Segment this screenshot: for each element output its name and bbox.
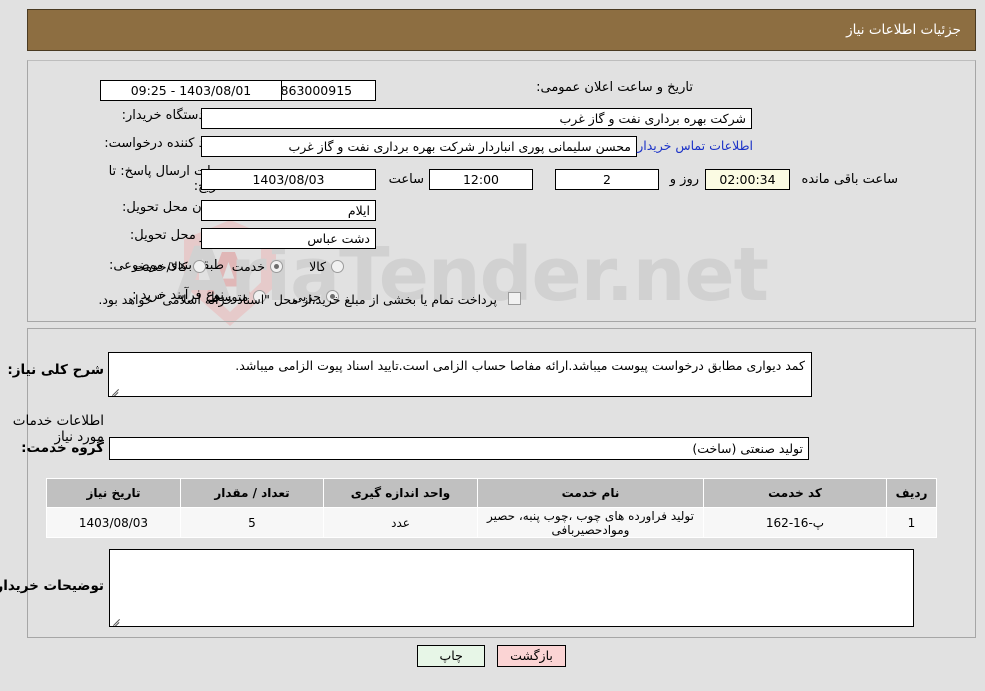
description-value: کمد دیواری مطابق درخواست پیوست میباشد.ار… [236, 358, 806, 373]
treasury-text: پرداخت تمام یا بخشی از مبلغ خرید،از محل … [99, 292, 498, 307]
deadline-date-value: 1403/08/03 [202, 169, 377, 190]
category-option-label-2: کالا/خدمت [134, 259, 189, 274]
requester-value: محسن سلیمانی پوری انباردار شرکت بهره برد… [202, 136, 638, 157]
category-option-khedmat[interactable]: خدمت [233, 259, 284, 274]
service-group-value: تولید صنعتی (ساخت) [110, 437, 810, 460]
service-group-label: گروه خدمت: [22, 440, 105, 456]
category-option-kala[interactable]: کالا [310, 259, 345, 274]
treasury-checkbox-wrap[interactable] [509, 291, 522, 306]
description-label: شرح کلی نیاز: [8, 362, 105, 378]
description-textarea[interactable]: کمد دیواری مطابق درخواست پیوست میباشد.ار… [109, 352, 813, 397]
treasury-checkbox-icon[interactable] [509, 292, 522, 305]
page-title: جزئیات اطلاعات نیاز [847, 22, 962, 38]
buyer-notes-label: توضیحات خریدار: [0, 578, 105, 594]
resize-grip-icon-2[interactable] [113, 615, 123, 625]
resize-grip-icon[interactable] [112, 385, 122, 395]
page-header: جزئیات اطلاعات نیاز [28, 9, 977, 51]
remaining-label: ساعت باقی مانده [802, 172, 899, 187]
city-value: دشت عباس [202, 228, 377, 249]
radio-khedmat-icon[interactable] [270, 260, 284, 273]
back-button[interactable]: بازگشت [498, 645, 567, 667]
announce-datetime-label: تاریخ و ساعت اعلان عمومی: [537, 80, 694, 95]
buyer-notes-textarea[interactable] [110, 549, 915, 627]
print-button[interactable]: چاپ [418, 645, 487, 667]
deadline-time-label: ساعت [389, 172, 425, 187]
days-word-label: روز و [670, 172, 700, 187]
category-option-label-1: خدمت [232, 259, 266, 274]
buyer-contact-link[interactable]: اطلاعات تماس خریدار [638, 138, 754, 153]
buyer-org-value: شرکت بهره برداری نفت و گاز غرب [202, 108, 753, 129]
category-option-kala-khedmat[interactable]: کالا/خدمت [134, 259, 207, 274]
category-option-label-0: کالا [310, 259, 327, 274]
announce-datetime-row: تاریخ و ساعت اعلان عمومی: [537, 80, 694, 95]
radio-kala-khedmat-icon[interactable] [193, 260, 207, 273]
announce-datetime-value: 1403/08/01 - 09:25 [101, 80, 283, 101]
remaining-days-value: 2 [556, 169, 660, 190]
province-value: ایلام [202, 200, 377, 221]
action-buttons: بازگشت چاپ [0, 645, 985, 667]
countdown-timer: 02:00:34 [706, 169, 791, 190]
deadline-time-value: 12:00 [430, 169, 534, 190]
category-options: کالا خدمت کالا/خدمت [112, 259, 345, 277]
radio-kala-icon[interactable] [332, 260, 345, 273]
